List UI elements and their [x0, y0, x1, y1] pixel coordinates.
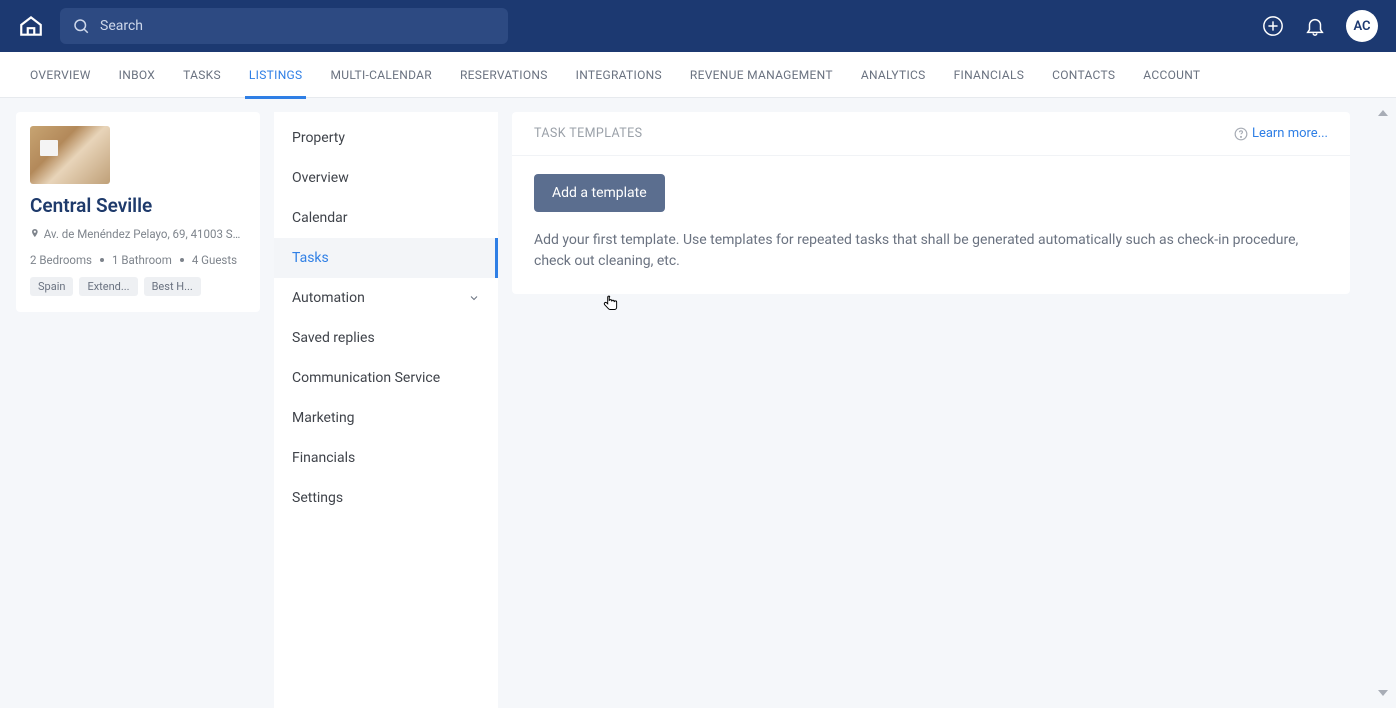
listing-nav-financials[interactable]: Financials — [274, 438, 498, 478]
listing-nav-label: Automation — [292, 290, 365, 306]
learn-more-link[interactable]: Learn more... — [1234, 126, 1328, 141]
nav-reservations[interactable]: RESERVATIONS — [460, 52, 548, 98]
listing-photo[interactable] — [30, 126, 110, 184]
logo-icon[interactable] — [18, 13, 44, 39]
nav-listings[interactable]: LISTINGS — [249, 52, 303, 98]
listing-title: Central Seville — [30, 194, 246, 217]
listing-address: Av. de Menéndez Pelayo, 69, 41003 Sev... — [30, 227, 246, 241]
nav-multi-calendar[interactable]: MULTI-CALENDAR — [330, 52, 432, 98]
listing-nav-overview[interactable]: Overview — [274, 158, 498, 198]
listing-nav-label: Calendar — [292, 210, 348, 226]
avatar[interactable]: AC — [1346, 10, 1378, 42]
panel-heading: TASK TEMPLATES — [534, 126, 642, 141]
nav-revenue-management[interactable]: REVENUE MANAGEMENT — [690, 52, 833, 98]
search-icon — [72, 17, 90, 35]
listing-nav-communication-service[interactable]: Communication Service — [274, 358, 498, 398]
listing-nav-calendar[interactable]: Calendar — [274, 198, 498, 238]
listing-nav-label: Financials — [292, 450, 355, 466]
scroll-up-icon[interactable] — [1378, 110, 1388, 116]
nav-financials[interactable]: FINANCIALS — [954, 52, 1025, 98]
chevron-down-icon — [468, 292, 480, 304]
listing-nav-automation[interactable]: Automation — [274, 278, 498, 318]
nav-overview[interactable]: OVERVIEW — [30, 52, 91, 98]
nav-contacts[interactable]: CONTACTS — [1052, 52, 1115, 98]
scrollbar[interactable] — [1376, 110, 1390, 696]
top-bar: AC — [0, 0, 1396, 52]
listing-nav-label: Settings — [292, 490, 343, 506]
listing-card: Central Seville Av. de Menéndez Pelayo, … — [16, 112, 260, 312]
listing-nav-label: Tasks — [292, 250, 329, 266]
listing-nav-label: Marketing — [292, 410, 355, 426]
listing-nav-property[interactable]: Property — [274, 118, 498, 158]
listing-nav-marketing[interactable]: Marketing — [274, 398, 498, 438]
scroll-down-icon[interactable] — [1378, 690, 1388, 696]
listing-nav-label: Overview — [292, 170, 349, 186]
topbar-actions: AC — [1262, 10, 1378, 42]
search-input[interactable] — [100, 18, 496, 34]
listing-nav-label: Communication Service — [292, 370, 440, 386]
nav-inbox[interactable]: INBOX — [119, 52, 155, 98]
add-template-button[interactable]: Add a template — [534, 174, 665, 212]
listing-nav-tasks[interactable]: Tasks — [274, 238, 498, 278]
pin-icon — [30, 227, 40, 239]
templates-description: Add your first template. Use templates f… — [534, 230, 1324, 272]
listing-nav: Property Overview Calendar Tasks Automation S… — [274, 112, 498, 708]
nav-tasks[interactable]: TASKS — [183, 52, 221, 98]
nav-integrations[interactable]: INTEGRATIONS — [576, 52, 662, 98]
add-icon[interactable] — [1262, 15, 1284, 37]
help-icon — [1234, 127, 1248, 141]
nav-account[interactable]: ACCOUNT — [1143, 52, 1200, 98]
listing-nav-label: Saved replies — [292, 330, 375, 346]
search-box[interactable] — [60, 8, 508, 44]
nav-analytics[interactable]: ANALYTICS — [861, 52, 926, 98]
listing-nav-label: Property — [292, 130, 345, 146]
listing-tag[interactable]: Spain — [30, 277, 73, 296]
listing-nav-saved-replies[interactable]: Saved replies — [274, 318, 498, 358]
bell-icon[interactable] — [1304, 15, 1326, 37]
listing-address-text: Av. de Menéndez Pelayo, 69, 41003 Sev... — [44, 227, 246, 241]
task-templates-panel: TASK TEMPLATES Learn more... Add a templ… — [512, 112, 1350, 294]
listing-bathrooms: 1 Bathroom — [112, 253, 172, 267]
main-nav: OVERVIEW INBOX TASKS LISTINGS MULTI-CALENDAR… — [0, 52, 1396, 98]
listing-guests: 4 Guests — [192, 253, 237, 267]
listing-meta: 2 Bedrooms 1 Bathroom 4 Guests — [30, 253, 246, 267]
listing-tags: Spain Extend... Best H... — [30, 277, 246, 296]
listing-tag[interactable]: Best H... — [144, 277, 201, 296]
listing-nav-settings[interactable]: Settings — [274, 478, 498, 518]
main-content: TASK TEMPLATES Learn more... Add a templ… — [512, 112, 1396, 708]
listing-bedrooms: 2 Bedrooms — [30, 253, 92, 267]
listing-tag[interactable]: Extend... — [79, 277, 137, 296]
